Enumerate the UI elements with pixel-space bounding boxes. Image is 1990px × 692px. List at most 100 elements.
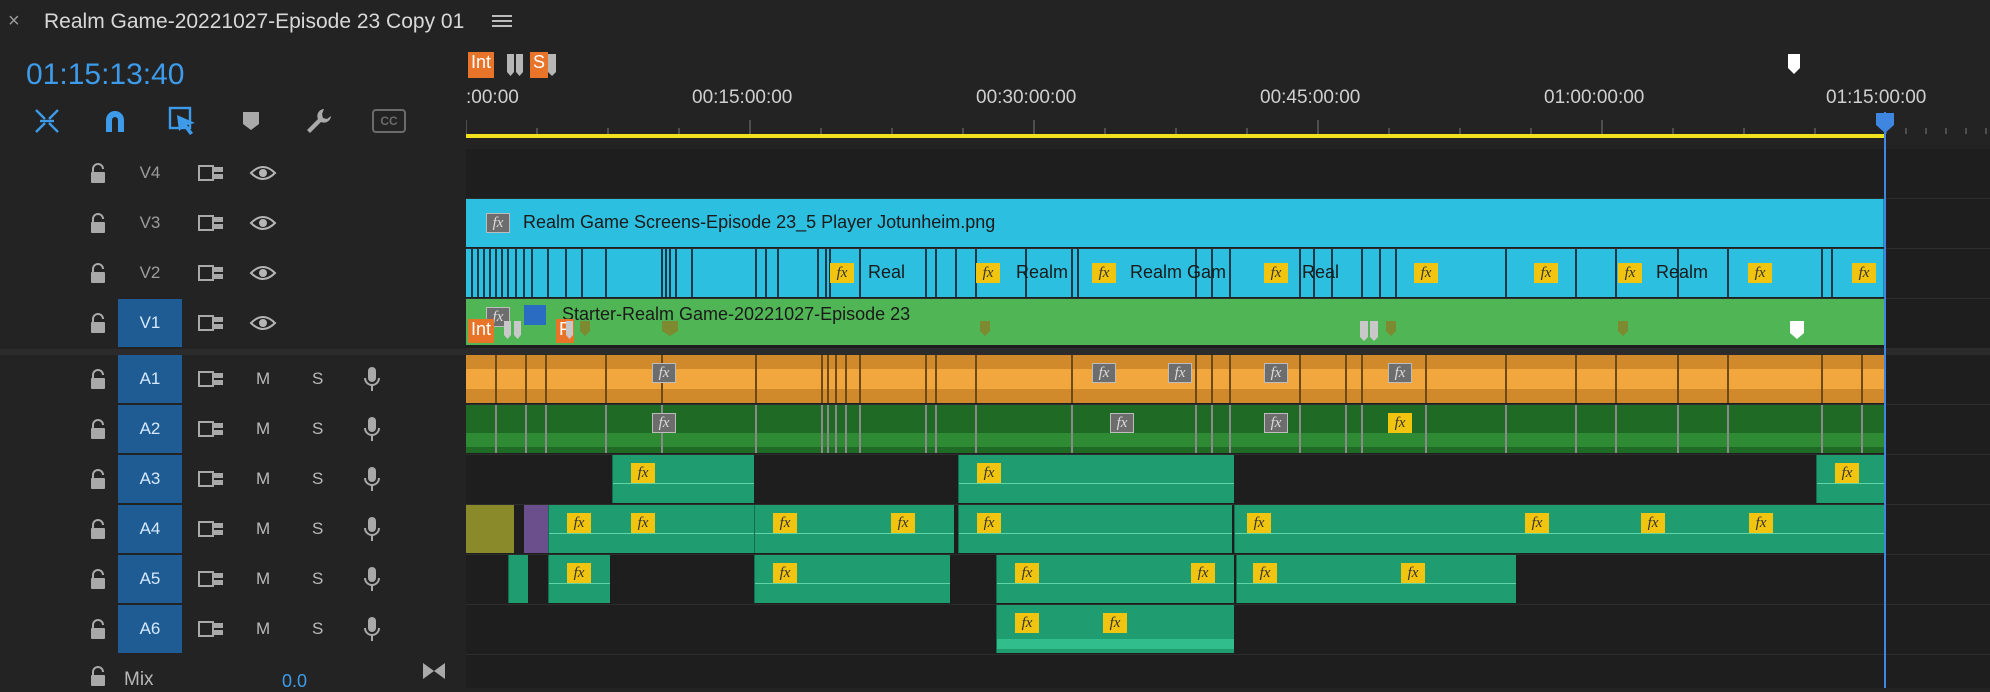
- fx-badge[interactable]: fx: [1525, 513, 1549, 533]
- fx-badge[interactable]: fx: [1749, 513, 1773, 533]
- track-lane-a5[interactable]: fx fx fx fx fx fx: [466, 555, 1990, 605]
- track-label-a3[interactable]: A3: [118, 455, 182, 503]
- lock-icon[interactable]: [86, 261, 110, 285]
- a5-clip-4[interactable]: fx fx: [1236, 555, 1516, 603]
- solo-button[interactable]: S: [312, 619, 323, 639]
- mute-button[interactable]: M: [256, 569, 270, 589]
- fx-badge[interactable]: fx: [1641, 513, 1665, 533]
- magnet-icon[interactable]: [98, 104, 132, 138]
- fx-badge[interactable]: fx: [1168, 363, 1192, 383]
- eye-icon[interactable]: [248, 261, 278, 285]
- track-lane-v2[interactable]: fx Real fx Realm fx Realm Gam fx Real fx…: [466, 249, 1990, 299]
- fx-badge[interactable]: fx: [891, 513, 915, 533]
- sync-lock-icon[interactable]: [196, 617, 226, 641]
- lock-icon[interactable]: [86, 467, 110, 491]
- panel-menu-icon[interactable]: [492, 12, 512, 30]
- a4-clip-3[interactable]: fx: [958, 505, 1232, 553]
- track-lane-v4[interactable]: [466, 149, 1990, 199]
- lock-icon[interactable]: [86, 617, 110, 641]
- fx-badge[interactable]: fx: [1401, 563, 1425, 583]
- a5-clip-2[interactable]: fx: [754, 555, 950, 603]
- solo-button[interactable]: S: [312, 419, 323, 439]
- solo-button[interactable]: S: [312, 519, 323, 539]
- sync-lock-icon[interactable]: [196, 567, 226, 591]
- track-lane-a2[interactable]: fx fx fx fx: [466, 405, 1990, 455]
- fx-badge[interactable]: fx: [977, 513, 1001, 533]
- sync-lock-icon[interactable]: [196, 367, 226, 391]
- wrench-icon[interactable]: [302, 104, 336, 138]
- eye-icon[interactable]: [248, 211, 278, 235]
- fx-badge[interactable]: fx: [1092, 363, 1116, 383]
- lock-icon[interactable]: [86, 567, 110, 591]
- lock-icon[interactable]: [86, 161, 110, 185]
- fx-badge[interactable]: fx: [631, 513, 655, 533]
- a4-clip-4[interactable]: fx fx fx fx: [1234, 505, 1884, 553]
- track-lane-a3[interactable]: fx fx fx: [466, 455, 1990, 505]
- work-area-bar[interactable]: [466, 134, 1884, 138]
- track-label-v3[interactable]: V3: [118, 199, 182, 247]
- a2-audio-clip[interactable]: fx fx fx fx: [466, 405, 1884, 453]
- fx-badge[interactable]: fx: [830, 263, 854, 283]
- microphone-icon[interactable]: [360, 615, 384, 643]
- v1-video-clip[interactable]: fx Starter-Realm Game-20221027-Episode 2…: [466, 299, 1884, 345]
- sync-lock-icon[interactable]: [196, 517, 226, 541]
- fx-badge[interactable]: fx: [1110, 413, 1134, 433]
- fx-badge[interactable]: fx: [1835, 463, 1859, 483]
- microphone-icon[interactable]: [360, 415, 384, 443]
- fx-badge[interactable]: fx: [1264, 263, 1288, 283]
- fx-badge[interactable]: fx: [1264, 413, 1288, 433]
- fx-badge[interactable]: fx: [773, 513, 797, 533]
- fx-badge[interactable]: fx: [1534, 263, 1558, 283]
- a4-clip-olive[interactable]: [466, 505, 514, 553]
- track-lane-a1[interactable]: fx fx fx fx fx: [466, 355, 1990, 405]
- solo-button[interactable]: S: [312, 469, 323, 489]
- track-lane-a6[interactable]: fx fx: [466, 605, 1990, 655]
- a4-clip-purple[interactable]: [524, 505, 548, 553]
- a4-clip-1[interactable]: fx fx: [548, 505, 754, 553]
- close-tab-icon[interactable]: ×: [8, 10, 20, 33]
- linked-selection-icon[interactable]: [166, 104, 200, 138]
- track-label-a2[interactable]: A2: [118, 405, 182, 453]
- lock-icon[interactable]: [86, 664, 110, 688]
- a3-clip-1[interactable]: fx: [612, 455, 754, 503]
- lock-icon[interactable]: [86, 311, 110, 335]
- a6-clip-1[interactable]: fx fx: [996, 605, 1234, 653]
- eye-icon[interactable]: [248, 311, 278, 335]
- track-label-v1[interactable]: V1: [118, 299, 182, 347]
- fx-badge[interactable]: fx: [567, 563, 591, 583]
- microphone-icon[interactable]: [360, 465, 384, 493]
- track-label-v4[interactable]: V4: [118, 149, 182, 197]
- lock-icon[interactable]: [86, 367, 110, 391]
- ruler-marker-int[interactable]: Int: [468, 52, 495, 78]
- fx-badge[interactable]: fx: [1748, 263, 1772, 283]
- snap-icon[interactable]: [30, 104, 64, 138]
- mute-button[interactable]: M: [256, 519, 270, 539]
- track-label-v2[interactable]: V2: [118, 249, 182, 297]
- track-lane-a4[interactable]: fx fx fx fx fx fx fx fx fx: [466, 505, 1990, 555]
- lock-icon[interactable]: [86, 211, 110, 235]
- v3-image-clip[interactable]: fx Realm Game Screens-Episode 23_5 Playe…: [466, 199, 1884, 247]
- fx-badge[interactable]: fx: [1015, 613, 1039, 633]
- microphone-icon[interactable]: [360, 515, 384, 543]
- mute-button[interactable]: M: [256, 369, 270, 389]
- fx-badge[interactable]: fx: [773, 563, 797, 583]
- microphone-icon[interactable]: [360, 365, 384, 393]
- track-lane-v1[interactable]: fx Starter-Realm Game-20221027-Episode 2…: [466, 299, 1990, 349]
- add-marker-icon[interactable]: [234, 104, 268, 138]
- sync-lock-icon[interactable]: [196, 261, 226, 285]
- fx-badge[interactable]: fx: [1191, 563, 1215, 583]
- track-label-a1[interactable]: A1: [118, 355, 182, 403]
- fx-badge[interactable]: fx: [1247, 513, 1271, 533]
- fx-badge[interactable]: fx: [567, 513, 591, 533]
- track-label-a6[interactable]: A6: [118, 605, 182, 653]
- fx-badge[interactable]: fx: [631, 463, 655, 483]
- bowtie-icon[interactable]: [420, 661, 448, 681]
- microphone-icon[interactable]: [360, 565, 384, 593]
- ruler-marker-white[interactable]: [1786, 52, 1802, 78]
- a5-clip-small[interactable]: [508, 555, 528, 603]
- fx-badge[interactable]: fx: [1388, 413, 1412, 433]
- track-label-a4[interactable]: A4: [118, 505, 182, 553]
- track-lane-mix[interactable]: [466, 655, 1990, 688]
- a5-clip-1[interactable]: fx: [548, 555, 610, 603]
- playhead-line[interactable]: [1884, 112, 1886, 688]
